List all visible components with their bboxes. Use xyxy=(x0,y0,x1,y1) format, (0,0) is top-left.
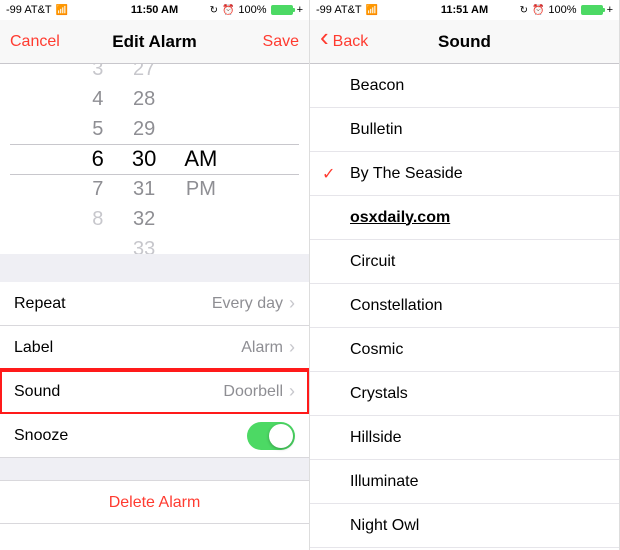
sound-option[interactable]: Beacon xyxy=(310,64,619,108)
charging-icon: + xyxy=(607,4,613,16)
status-bar: -99 AT&T 11:50 AM 100% + xyxy=(0,0,309,20)
chevron-right-icon: › xyxy=(289,293,295,314)
sound-option[interactable]: Illuminate xyxy=(310,460,619,504)
picker-minute: 27 xyxy=(133,64,155,84)
chevron-right-icon: › xyxy=(289,381,295,402)
edit-alarm-screen: -99 AT&T 11:50 AM 100% + Cancel Edit Ala… xyxy=(0,0,310,550)
save-button[interactable]: Save xyxy=(209,33,299,51)
back-button[interactable]: Back xyxy=(320,33,410,51)
sound-option-label: Illuminate xyxy=(350,473,418,491)
alarm-icon xyxy=(532,4,544,16)
clock-time: 11:51 AM xyxy=(415,4,514,16)
page-title: Edit Alarm xyxy=(100,32,208,52)
hour-wheel[interactable]: 3 4 5 6 7 8 xyxy=(92,64,104,254)
sound-option-label: osxdaily.com xyxy=(350,209,450,227)
sound-option[interactable]: osxdaily.com xyxy=(310,196,619,240)
sound-list[interactable]: Beacon Bulletin ✓ By The Seaside osxdaily.co… xyxy=(310,64,619,550)
picker-minute: 33 xyxy=(133,234,155,254)
picker-hour: 4 xyxy=(92,84,103,114)
page-title: Sound xyxy=(410,32,518,52)
picker-minute: 29 xyxy=(133,114,155,144)
wifi-icon xyxy=(56,4,68,16)
sound-option[interactable]: Cosmic xyxy=(310,328,619,372)
picker-hour: 8 xyxy=(92,204,103,234)
ampm-wheel[interactable]: AM PM xyxy=(184,64,217,254)
picker-hour: 5 xyxy=(92,114,103,144)
picker-minute-selected: 30 xyxy=(132,144,156,174)
picker-hour: 7 xyxy=(92,174,103,204)
alarm-icon xyxy=(222,4,234,16)
battery-icon xyxy=(271,5,293,15)
picker-ampm: PM xyxy=(186,174,216,204)
repeat-value: Every day xyxy=(212,295,283,313)
sound-option[interactable]: Crystals xyxy=(310,372,619,416)
label-value: Alarm xyxy=(241,339,283,357)
label-row[interactable]: Label Alarm › xyxy=(0,326,309,370)
wifi-icon xyxy=(366,4,378,16)
label-label: Label xyxy=(14,339,241,357)
battery-icon xyxy=(581,5,603,15)
delete-alarm-button[interactable]: Delete Alarm xyxy=(0,480,309,524)
picker-hour: 3 xyxy=(92,64,103,84)
sound-row[interactable]: Sound Doorbell › xyxy=(0,370,309,414)
status-bar: -99 AT&T 11:51 AM 100% + xyxy=(310,0,619,20)
picker-minute: 31 xyxy=(133,174,155,204)
cancel-button[interactable]: Cancel xyxy=(10,33,100,51)
checkmark-icon: ✓ xyxy=(322,164,335,184)
sound-option[interactable]: Hillside xyxy=(310,416,619,460)
settings-group: Repeat Every day › Label Alarm › Sound D… xyxy=(0,254,309,524)
signal-text: -99 AT&T xyxy=(316,4,362,16)
clock-time: 11:50 AM xyxy=(105,4,204,16)
sound-option[interactable]: ✓ By The Seaside xyxy=(310,152,619,196)
sound-option[interactable]: Circuit xyxy=(310,240,619,284)
nav-bar: Back Sound xyxy=(310,20,619,64)
chevron-left-icon xyxy=(320,33,331,51)
sound-option-label: Circuit xyxy=(350,253,395,271)
picker-hour-selected: 6 xyxy=(92,144,104,174)
sound-screen: -99 AT&T 11:51 AM 100% + Back Sound Beac… xyxy=(310,0,620,550)
sound-option-label: Beacon xyxy=(350,77,404,95)
signal-text: -99 AT&T xyxy=(6,4,52,16)
sound-option-label: Crystals xyxy=(350,385,408,403)
snooze-toggle[interactable] xyxy=(247,422,295,450)
repeat-label: Repeat xyxy=(14,295,212,313)
picker-minute: 32 xyxy=(133,204,155,234)
rotation-lock-icon xyxy=(210,4,218,16)
sound-option-label: Bulletin xyxy=(350,121,402,139)
sound-label: Sound xyxy=(14,383,223,401)
chevron-right-icon: › xyxy=(289,337,295,358)
nav-bar: Cancel Edit Alarm Save xyxy=(0,20,309,64)
time-picker[interactable]: 3 4 5 6 7 8 27 28 29 30 31 32 33 AM PM xyxy=(0,64,309,254)
sound-option-label: Cosmic xyxy=(350,341,403,359)
sound-option[interactable]: Constellation xyxy=(310,284,619,328)
snooze-row: Snooze xyxy=(0,414,309,458)
sound-option-label: By The Seaside xyxy=(350,165,463,183)
sound-option[interactable]: Night Owl xyxy=(310,504,619,548)
sound-option[interactable]: Bulletin xyxy=(310,108,619,152)
rotation-lock-icon xyxy=(520,4,528,16)
picker-minute: 28 xyxy=(133,84,155,114)
repeat-row[interactable]: Repeat Every day › xyxy=(0,282,309,326)
back-label: Back xyxy=(333,33,369,51)
sound-option-label: Night Owl xyxy=(350,517,419,535)
sound-option-label: Hillside xyxy=(350,429,402,447)
sound-option-label: Constellation xyxy=(350,297,443,315)
picker-ampm-selected: AM xyxy=(184,144,217,174)
battery-pct: 100% xyxy=(548,4,576,16)
sound-value: Doorbell xyxy=(223,383,283,401)
battery-pct: 100% xyxy=(238,4,266,16)
charging-icon: + xyxy=(297,4,303,16)
minute-wheel[interactable]: 27 28 29 30 31 32 33 xyxy=(132,64,156,254)
snooze-label: Snooze xyxy=(14,427,247,445)
